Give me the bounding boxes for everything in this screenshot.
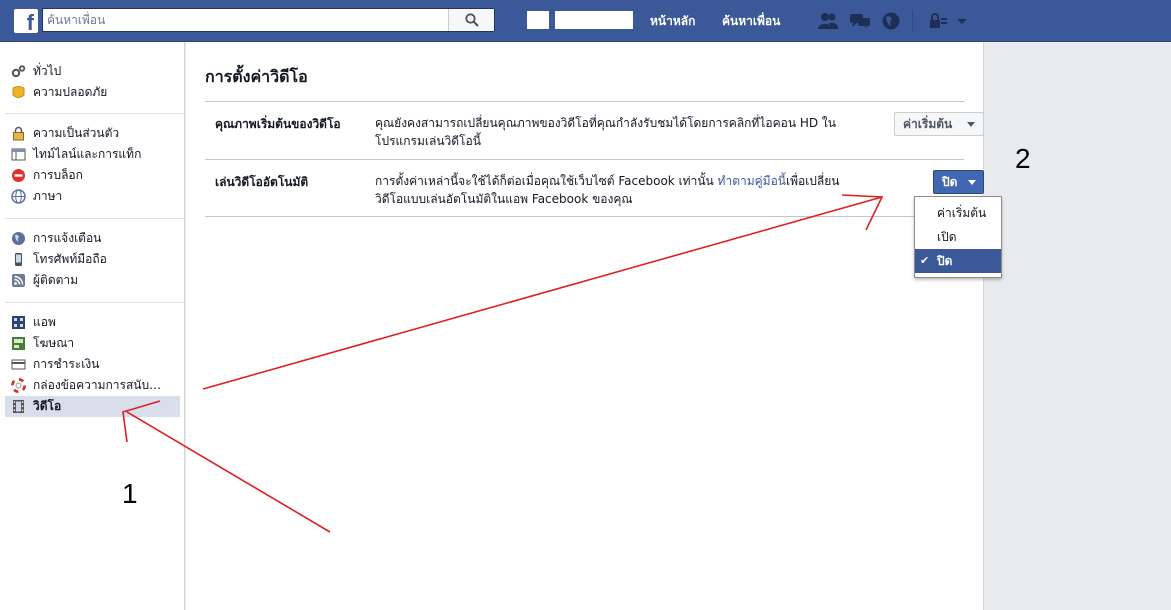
annotation-arrows [122,194,884,533]
annotation-arrow-to-dropdown [202,196,883,390]
annotation-label-2: 2 [1015,143,1031,174]
annotation-arrow-to-videos [126,411,331,533]
annotation-label-1: 1 [122,478,138,509]
annotation-arrowhead [841,194,884,231]
